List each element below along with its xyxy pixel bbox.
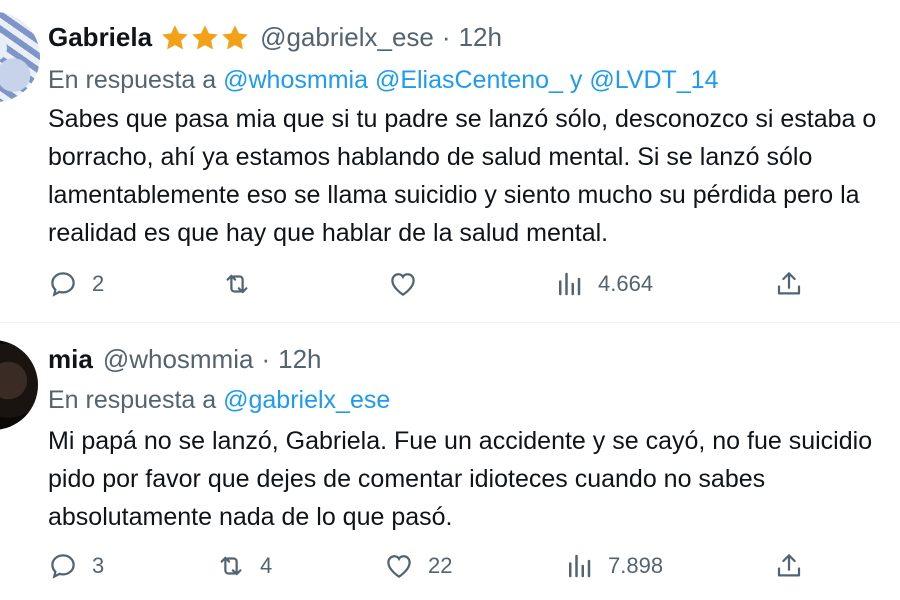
reply-prefix: En respuesta a	[48, 386, 217, 414]
like-icon	[387, 555, 411, 578]
reply-count: 3	[92, 553, 105, 578]
tweet-text-line: absolutamente nada de lo que pasó.	[48, 503, 453, 531]
user-handle[interactable]: @whosmmia	[103, 344, 254, 375]
share-button[interactable]	[774, 546, 804, 586]
share-icon	[777, 554, 801, 577]
reply-icon	[51, 554, 75, 579]
like-button[interactable]: 22	[384, 546, 452, 586]
like-count: 22	[428, 553, 453, 578]
tweet-divider	[0, 322, 900, 323]
reply-context: En respuesta a @gabrielx_ese	[48, 386, 390, 415]
retweet-count: 4	[260, 553, 273, 578]
views-count: 7.898	[608, 553, 664, 578]
mention-link[interactable]: @gabrielx_ese	[223, 386, 390, 414]
views-icon	[569, 554, 591, 578]
retweet-button[interactable]: 4	[216, 546, 272, 586]
display-name[interactable]: mia	[48, 344, 93, 375]
retweet-icon	[220, 556, 242, 576]
tweet-text-line: pido por favor que dejes de comentar idi…	[48, 465, 766, 493]
tweet-text-line: Mi papá no se lanzó, Gabriela. Fue un ac…	[48, 427, 873, 455]
tweet-text: Mi papá no se lanzó, Gabriela. Fue un ac…	[48, 422, 872, 536]
tweet-header: mia @whosmmia · 12h	[48, 344, 322, 375]
views-button[interactable]: 7.898	[564, 546, 663, 586]
tweet-mia[interactable]: mia @whosmmia · 12h En respuesta a @gabr…	[0, 0, 900, 579]
tweet-actions: 3 4 22 7.898	[48, 546, 900, 586]
timestamp[interactable]: 12h	[278, 344, 321, 375]
reply-button[interactable]: 3	[48, 546, 104, 586]
avatar[interactable]	[0, 340, 38, 430]
separator-dot: ·	[261, 344, 271, 374]
